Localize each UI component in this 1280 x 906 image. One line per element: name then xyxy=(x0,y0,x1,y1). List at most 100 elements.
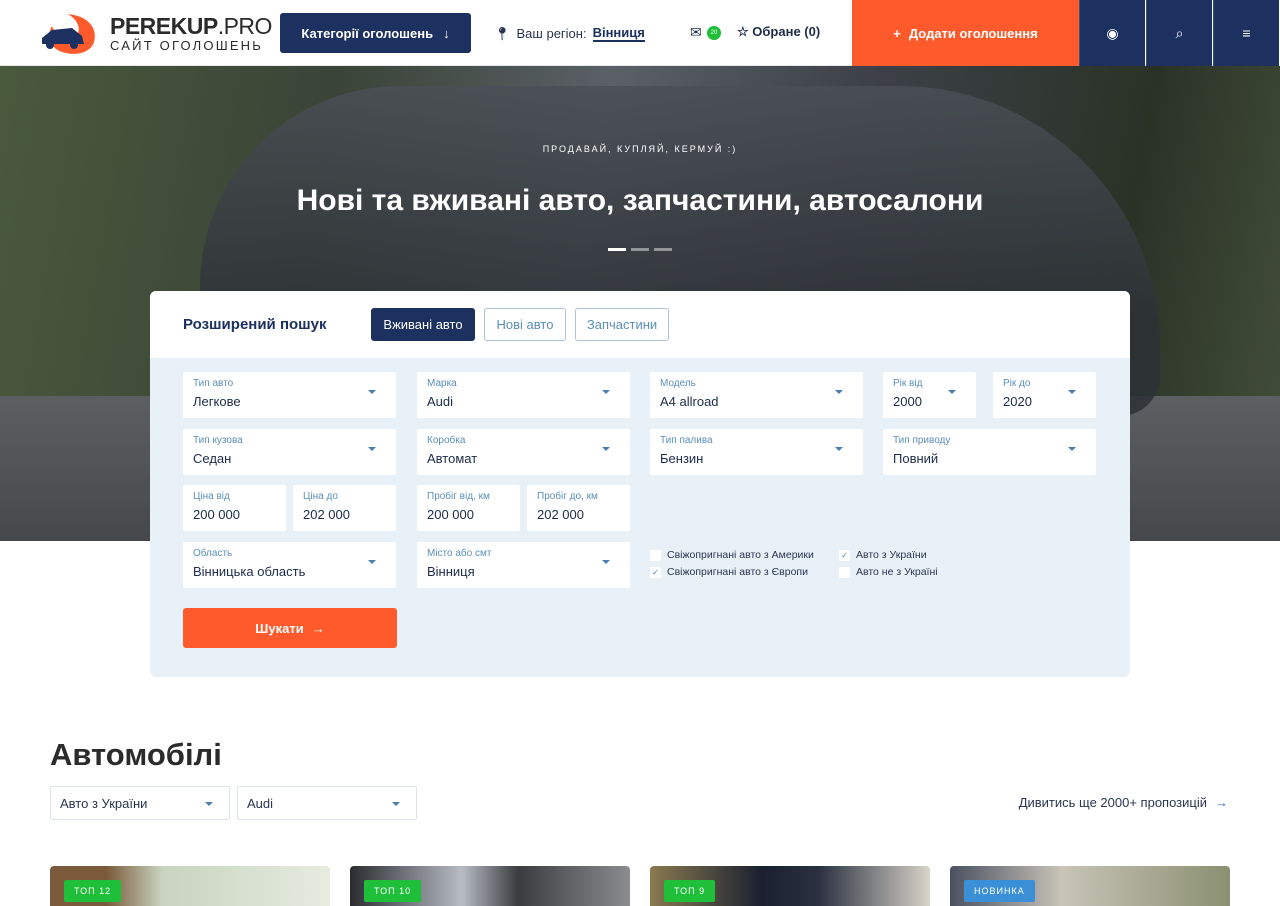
add-listing-button[interactable]: + Додати оголошення xyxy=(852,0,1079,66)
chevron-down-icon xyxy=(602,560,610,564)
favorites-link[interactable]: ☆ Обране (0) xyxy=(737,24,820,40)
type-field[interactable]: Тип авто Легкове xyxy=(183,372,396,418)
checkbox-label: Свіжопригнані авто з Європи xyxy=(667,566,808,578)
year-from-field[interactable]: Рік від 2000 xyxy=(883,372,976,418)
car-card[interactable]: ТОП 12 xyxy=(50,866,330,906)
field-label: Рік до xyxy=(1003,378,1031,389)
logo-subtitle: САЙТ ОГОЛОШЕНЬ xyxy=(110,38,264,53)
car-tag: ТОП 10 xyxy=(364,880,422,902)
checkbox-box[interactable] xyxy=(650,549,661,561)
search-submit-label: Шукати xyxy=(255,620,304,636)
field-value: 200 000 xyxy=(427,507,474,522)
see-more-link[interactable]: Дивитись ще 2000+ пропозицій → xyxy=(1019,795,1228,810)
field-value: Вінницька область xyxy=(193,564,306,579)
arrow-right-icon: → xyxy=(311,620,325,636)
chevron-down-icon xyxy=(368,560,376,564)
user-icon[interactable]: ◉ xyxy=(1079,0,1145,66)
checkbox-label: Свіжопригнані авто з Америки xyxy=(667,549,814,561)
arrow-right-icon: → xyxy=(1215,795,1228,810)
field-label: Модель xyxy=(660,378,696,389)
field-label: Тип приводу xyxy=(893,435,951,446)
chevron-down-icon xyxy=(835,447,843,451)
logo-car-icon xyxy=(42,14,95,54)
field-label: Ціна до xyxy=(303,491,338,502)
car-card[interactable]: ТОП 9 xyxy=(650,866,930,906)
chevron-down-icon xyxy=(368,447,376,451)
check-icon[interactable]: ✓ xyxy=(650,566,661,578)
categories-label: Категорії оголошень xyxy=(301,25,434,41)
advanced-search-panel: Розширений пошук Вживані авто Нові авто … xyxy=(150,291,1130,677)
field-label: Тип авто xyxy=(193,378,234,389)
field-value: Audi xyxy=(427,394,454,409)
slide-dot[interactable] xyxy=(654,248,672,251)
select-value: Авто з України xyxy=(60,796,148,811)
slider-dots[interactable] xyxy=(608,248,672,251)
oblast-field[interactable]: Область Вінницька область xyxy=(183,542,396,588)
hero-title: Нові та вживані авто, запчастини, автоса… xyxy=(296,184,984,217)
chevron-down-icon xyxy=(602,447,610,451)
checkbox-europe[interactable]: ✓ Свіжопригнані авто з Європи xyxy=(650,566,808,578)
fuel-field[interactable]: Тип палива Бензин xyxy=(650,429,863,475)
car-card[interactable]: НОВИНКА xyxy=(950,866,1230,906)
field-label: Марка xyxy=(427,378,457,389)
region-value[interactable]: Вінниця xyxy=(592,25,645,42)
field-label: Пробіг до, км xyxy=(537,491,598,502)
price-to-field[interactable]: Ціна до 202 000 xyxy=(293,485,396,531)
field-value: 2020 xyxy=(1003,394,1032,409)
car-tag: ТОП 9 xyxy=(664,880,716,902)
field-value: Автомат xyxy=(427,451,478,466)
slide-dot[interactable] xyxy=(631,248,649,251)
field-label: Область xyxy=(193,548,233,559)
checkbox-america[interactable]: Свіжопригнані авто з Америки xyxy=(650,549,814,561)
search-title: Розширений пошук xyxy=(183,316,327,333)
field-value: 2000 xyxy=(893,394,922,409)
body-field[interactable]: Тип кузова Седан xyxy=(183,429,396,475)
year-to-field[interactable]: Рік до 2020 xyxy=(993,372,1096,418)
car-tag: ТОП 12 xyxy=(64,880,122,902)
origin-filter-select[interactable]: Авто з України xyxy=(50,786,230,820)
check-icon[interactable]: ✓ xyxy=(839,549,850,561)
model-field[interactable]: Модель A4 allroad xyxy=(650,372,863,418)
brand-field[interactable]: Марка Audi xyxy=(417,372,630,418)
region-selector[interactable]: 📍︎ Ваш регіон: Вінниця xyxy=(494,25,645,42)
checkbox-not-ukraine[interactable]: Авто не з Україні xyxy=(839,566,938,578)
car-card[interactable]: ТОП 10 xyxy=(350,866,630,906)
field-label: Тип палива xyxy=(660,435,713,446)
field-value: Легкове xyxy=(193,394,241,409)
categories-button[interactable]: Категорії оголошень ↓ xyxy=(280,13,471,53)
checkbox-ukraine[interactable]: ✓ Авто з України xyxy=(839,549,927,561)
mileage-to-field[interactable]: Пробіг до, км 202 000 xyxy=(527,485,630,531)
tab-parts[interactable]: Запчастини xyxy=(575,308,669,341)
field-value: 202 000 xyxy=(537,507,584,522)
checkbox-box[interactable] xyxy=(839,566,850,578)
field-value: Вінниця xyxy=(427,564,475,579)
slide-dot[interactable] xyxy=(608,248,626,251)
checkbox-label: Авто з України xyxy=(856,549,927,561)
see-more-label: Дивитись ще 2000+ пропозицій xyxy=(1018,795,1207,810)
chevron-down-icon xyxy=(1068,390,1076,394)
search-icon[interactable]: ⌕ xyxy=(1146,0,1212,66)
chevron-down-icon xyxy=(368,390,376,394)
tab-new-cars[interactable]: Нові авто xyxy=(484,308,566,341)
logo[interactable]: PEREKUP.PRO САЙТ ОГОЛОШЕНЬ xyxy=(38,12,272,56)
brand-filter-select[interactable]: Audi xyxy=(237,786,417,820)
price-from-field[interactable]: Ціна від 200 000 xyxy=(183,485,286,531)
tab-used-cars[interactable]: Вживані авто xyxy=(371,308,475,341)
drive-field[interactable]: Тип приводу Повний xyxy=(883,429,1096,475)
car-tag: НОВИНКА xyxy=(964,880,1035,902)
field-value: Седан xyxy=(193,451,232,466)
mileage-from-field[interactable]: Пробіг від, км 200 000 xyxy=(417,485,520,531)
menu-icon[interactable]: ≡ xyxy=(1213,0,1279,66)
logo-text: PEREKUP xyxy=(110,13,218,39)
mail-icon[interactable]: ✉ xyxy=(690,24,702,41)
chevron-down-icon xyxy=(948,390,956,394)
field-value: A4 allroad xyxy=(660,394,719,409)
city-field[interactable]: Місто або смт Вінниця xyxy=(417,542,630,588)
field-label: Місто або смт xyxy=(427,548,492,559)
location-pin-icon: 📍︎ xyxy=(494,25,511,41)
chevron-down-icon xyxy=(205,802,213,806)
search-submit-button[interactable]: Шукати → xyxy=(183,608,397,648)
checkbox-label: Авто не з Україні xyxy=(856,566,938,578)
hero-subtitle: ПРОДАВАЙ, КУПЛЯЙ, КЕРМУЙ :) xyxy=(542,144,738,154)
gearbox-field[interactable]: Коробка Автомат xyxy=(417,429,630,475)
